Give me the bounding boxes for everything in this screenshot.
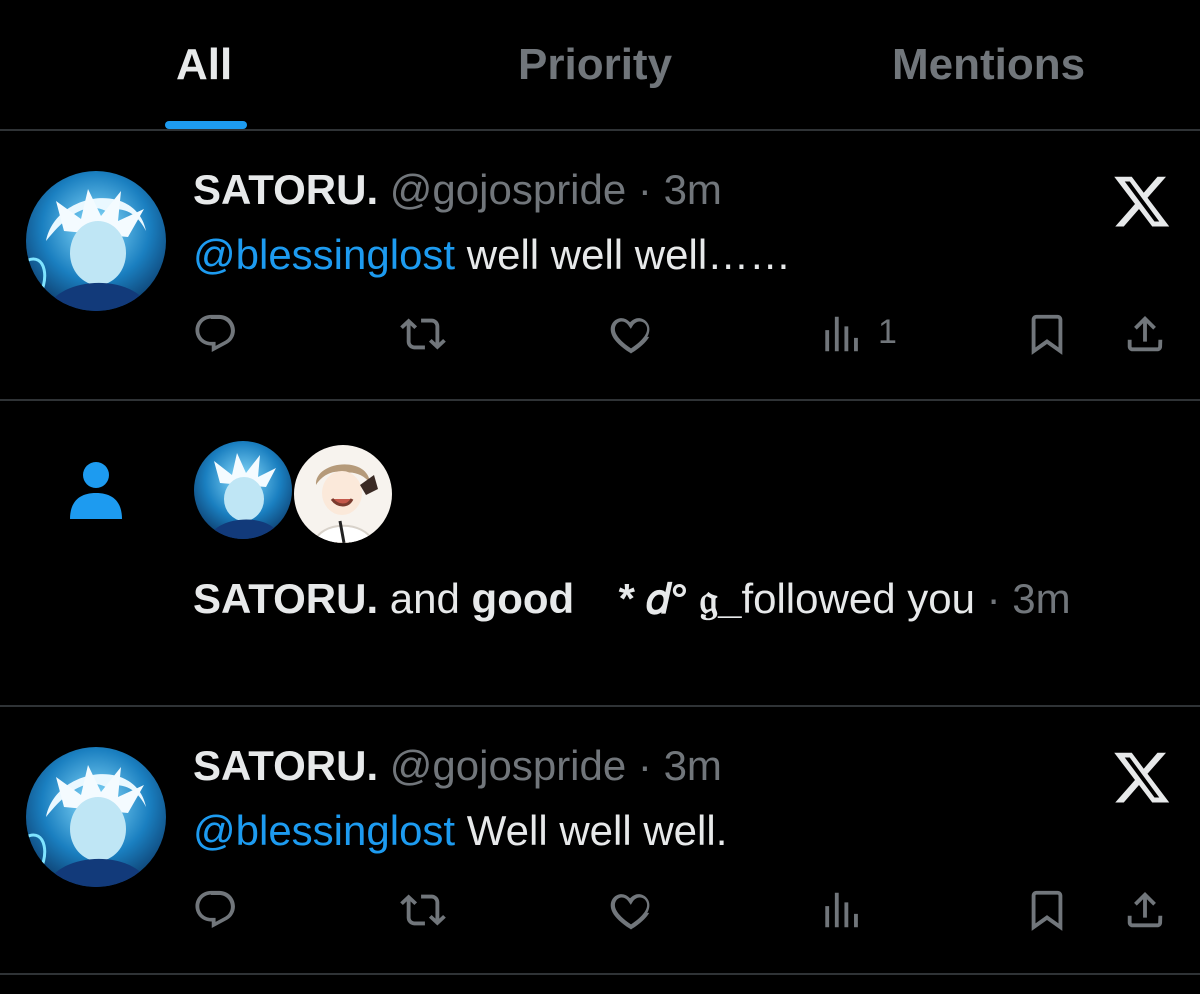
tweet-body: well well well……: [455, 231, 792, 278]
avatar[interactable]: [294, 445, 392, 543]
tweet-actions: [0, 879, 1200, 939]
bookmark-icon[interactable]: [1024, 887, 1070, 933]
active-tab-indicator: [165, 121, 247, 129]
separator: ·: [974, 575, 1013, 622]
separator: ·: [626, 742, 664, 789]
follow-text: SATORU. and good ⠀* 𝑑° 𝔤_followed you · …: [193, 569, 1153, 629]
bookmark-icon[interactable]: [1024, 311, 1070, 357]
views-count: 1: [878, 313, 897, 351]
notification-mention[interactable]: SATORU. @gojospride · 3m @blessinglost w…: [0, 131, 1200, 401]
timestamp: 3m: [663, 166, 722, 213]
tweet-body: Well well well.: [455, 807, 728, 854]
follow-action: followed you: [741, 575, 975, 622]
avatar[interactable]: [194, 441, 292, 539]
share-icon[interactable]: [1122, 887, 1168, 933]
x-logo-icon: [1114, 752, 1170, 803]
views-icon[interactable]: [818, 887, 864, 933]
tweet-actions: 1: [0, 303, 1200, 363]
tweet-text: @blessinglost well well well……: [193, 229, 791, 281]
avatar[interactable]: [26, 171, 166, 311]
mention-link[interactable]: @blessinglost: [193, 231, 455, 278]
reply-icon[interactable]: [192, 311, 238, 357]
follower-name[interactable]: good ⠀* 𝑑° 𝔤_: [472, 575, 742, 622]
person-icon: [70, 462, 122, 519]
timestamp: 3m: [663, 742, 722, 789]
tab-priority[interactable]: Priority: [518, 40, 672, 90]
x-logo-icon: [1114, 176, 1170, 227]
tweet-header: SATORU. @gojospride · 3m: [193, 741, 722, 791]
joiner: and: [378, 575, 472, 622]
mention-link[interactable]: @blessinglost: [193, 807, 455, 854]
author-handle[interactable]: @gojospride: [390, 166, 626, 213]
author-name[interactable]: SATORU.: [193, 742, 378, 789]
share-icon[interactable]: [1122, 311, 1168, 357]
separator: ·: [626, 166, 664, 213]
retweet-icon[interactable]: [400, 311, 446, 357]
tab-all[interactable]: All: [176, 40, 232, 90]
notification-tabs: All Priority Mentions: [0, 0, 1200, 131]
notification-mention[interactable]: SATORU. @gojospride · 3m @blessinglost W…: [0, 707, 1200, 975]
author-handle[interactable]: @gojospride: [390, 742, 626, 789]
like-icon[interactable]: [608, 311, 654, 357]
tweet-header: SATORU. @gojospride · 3m: [193, 165, 722, 215]
retweet-icon[interactable]: [400, 887, 446, 933]
tweet-text: @blessinglost Well well well.: [193, 805, 727, 857]
reply-icon[interactable]: [192, 887, 238, 933]
views-icon[interactable]: [818, 311, 864, 357]
follower-name[interactable]: SATORU.: [193, 575, 378, 622]
tab-mentions[interactable]: Mentions: [892, 40, 1085, 90]
notification-follow[interactable]: SATORU. and good ⠀* 𝑑° 𝔤_followed you · …: [0, 401, 1200, 707]
avatar[interactable]: [26, 747, 166, 887]
timestamp: 3m: [1012, 575, 1071, 622]
like-icon[interactable]: [608, 887, 654, 933]
author-name[interactable]: SATORU.: [193, 166, 378, 213]
